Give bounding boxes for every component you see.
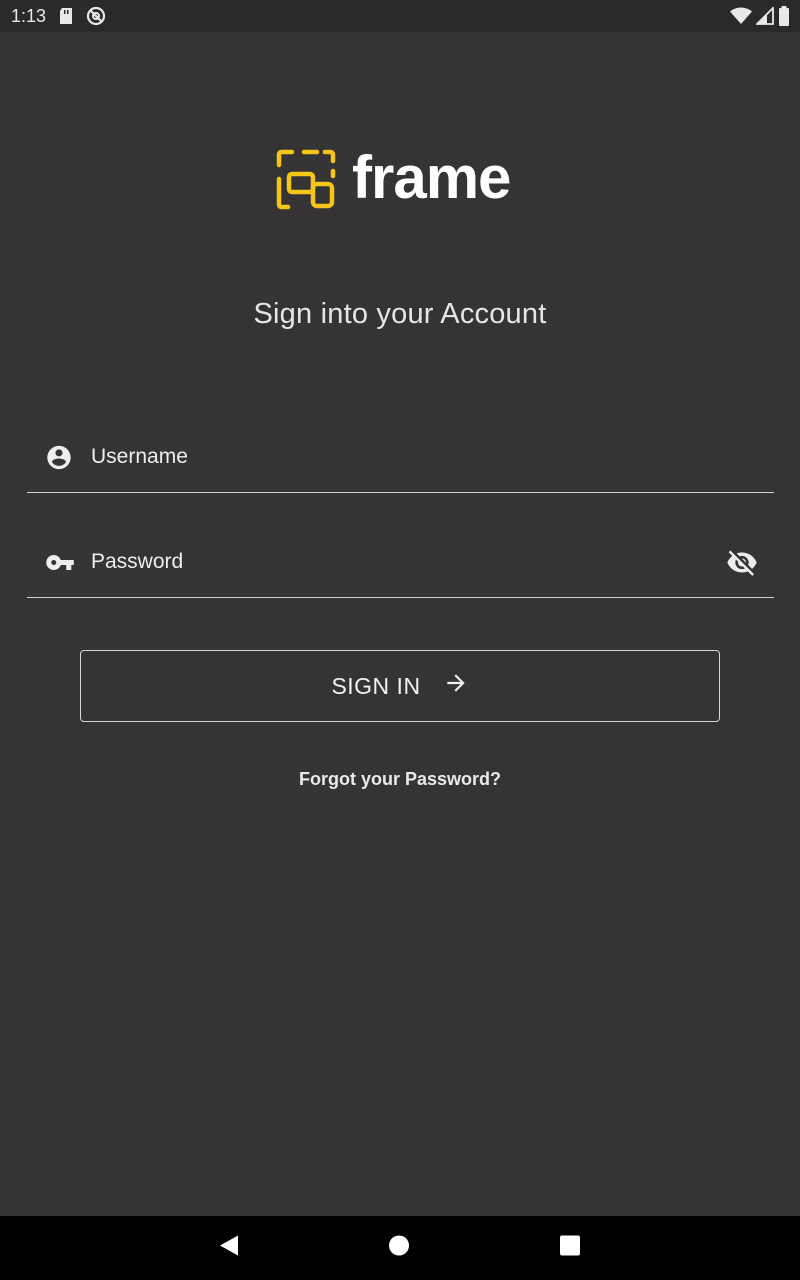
status-right xyxy=(730,6,790,26)
page-title: Sign into your Account xyxy=(253,298,547,330)
status-time: 1:13 xyxy=(11,5,47,26)
username-input[interactable] xyxy=(91,437,714,477)
navigation-bar xyxy=(0,1216,800,1280)
password-input[interactable] xyxy=(91,542,714,582)
sign-in-button[interactable]: SIGN IN xyxy=(80,650,720,722)
frame-logo-icon xyxy=(276,149,336,216)
logo-text: frame xyxy=(352,144,511,211)
cellular-signal-icon xyxy=(756,7,774,25)
visibility-off-icon[interactable] xyxy=(726,546,758,583)
account-circle-icon xyxy=(45,443,73,476)
home-icon[interactable] xyxy=(388,1235,410,1262)
password-field[interactable] xyxy=(27,532,774,598)
do-not-disturb-icon xyxy=(86,6,106,26)
back-icon[interactable] xyxy=(218,1234,240,1263)
username-field[interactable] xyxy=(27,427,774,493)
status-left: 1:13 xyxy=(11,6,106,27)
key-icon xyxy=(45,547,75,582)
forgot-password-link[interactable]: Forgot your Password? xyxy=(0,769,800,790)
sign-in-label: SIGN IN xyxy=(331,672,421,699)
wifi-icon xyxy=(730,7,752,25)
battery-icon xyxy=(778,6,790,26)
sd-card-icon xyxy=(58,7,74,25)
recents-icon[interactable] xyxy=(560,1235,580,1261)
status-bar: 1:13 xyxy=(0,0,800,32)
arrow-right-icon xyxy=(443,670,469,702)
app-logo: frame xyxy=(276,144,511,216)
